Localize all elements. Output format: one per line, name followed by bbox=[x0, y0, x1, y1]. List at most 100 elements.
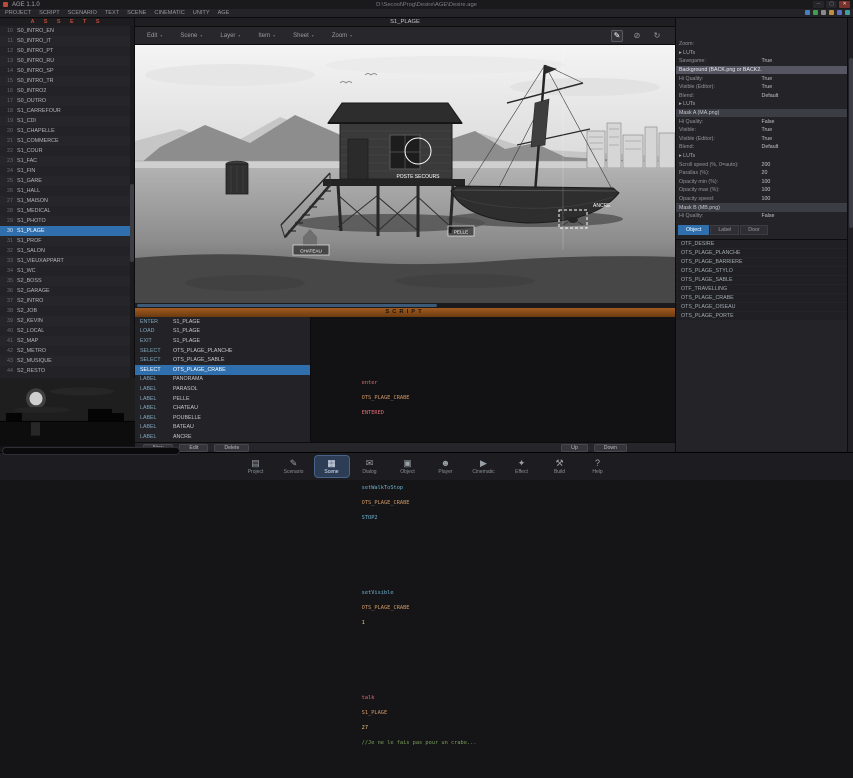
menu-item[interactable]: SCENE bbox=[127, 10, 146, 16]
script-command-row[interactable]: LABEL PELLE bbox=[135, 394, 310, 404]
taskbar-item[interactable]: ✦ Effect bbox=[505, 456, 539, 477]
property-value[interactable]: True bbox=[762, 127, 845, 133]
property-row[interactable]: Hi Quality: False bbox=[676, 117, 847, 126]
tool-button[interactable]: ↻ bbox=[651, 30, 663, 42]
property-value[interactable]: 200 bbox=[762, 162, 845, 168]
script-command-row[interactable]: LABEL BATEAU bbox=[135, 423, 310, 433]
menu-item[interactable]: UNITY bbox=[193, 10, 210, 16]
property-value[interactable]: False bbox=[762, 213, 845, 219]
asset-row[interactable]: 40 S2_LOCAL bbox=[0, 326, 130, 336]
asset-row[interactable]: 38 S2_JOB bbox=[0, 306, 130, 316]
asset-row[interactable]: 14 S0_INTRO_SP bbox=[0, 66, 130, 76]
property-row[interactable]: Visible (Editor): True bbox=[676, 135, 847, 144]
property-value[interactable]: Default bbox=[762, 93, 845, 99]
property-row[interactable]: Visible: True bbox=[676, 126, 847, 135]
asset-row[interactable]: 33 S1_VIEUXAPPART bbox=[0, 256, 130, 266]
script-command-row[interactable]: LABEL PARASOL bbox=[135, 384, 310, 394]
property-row[interactable]: Zoom: bbox=[676, 40, 847, 49]
script-command-row[interactable]: LABEL ANCRE bbox=[135, 432, 310, 442]
menu-item[interactable]: TEXT bbox=[105, 10, 119, 16]
scene-object-row[interactable]: OTS_PLAGE_BARRIERE bbox=[676, 258, 847, 267]
scene-object-row[interactable]: OTF_TRAVELLING bbox=[676, 285, 847, 294]
script-nav-button[interactable]: Up bbox=[561, 444, 588, 452]
asset-row[interactable]: 23 S1_FAC bbox=[0, 156, 130, 166]
script-command-row[interactable]: LABEL CHATEAU bbox=[135, 403, 310, 413]
viewport-menu[interactable]: Edit ▾ bbox=[147, 33, 162, 39]
property-row[interactable]: Visible (Editor): True bbox=[676, 83, 847, 92]
scene-object-row[interactable]: OTS_PLAGE_SABLE bbox=[676, 276, 847, 285]
asset-row[interactable]: 36 S2_GARAGE bbox=[0, 286, 130, 296]
property-value[interactable]: 20 bbox=[762, 170, 845, 176]
property-row[interactable]: ▸ LUTs bbox=[676, 152, 847, 161]
asset-row[interactable]: 29 S1_PHOTO bbox=[0, 216, 130, 226]
taskbar-item[interactable]: ▦ Scene bbox=[315, 456, 349, 477]
property-value[interactable]: 100 bbox=[762, 179, 845, 185]
property-value[interactable]: True bbox=[762, 58, 845, 64]
script-button[interactable]: Delete bbox=[214, 444, 249, 452]
property-row[interactable]: Scroll speed (%, 0=auto): 200 bbox=[676, 160, 847, 169]
taskbar-item[interactable]: ☻ Player bbox=[429, 456, 463, 477]
property-value[interactable]: 100 bbox=[762, 196, 845, 202]
property-row[interactable]: Mask A (MA.png) bbox=[676, 109, 847, 118]
menu-item[interactable]: PROJECT bbox=[5, 10, 31, 16]
asset-row[interactable]: 41 S2_MAP bbox=[0, 336, 130, 346]
assets-scrollbar-thumb[interactable] bbox=[130, 184, 134, 261]
asset-row[interactable]: 17 S0_OUTRO bbox=[0, 96, 130, 106]
property-row[interactable]: ▸ LUTs bbox=[676, 100, 847, 109]
property-row[interactable]: Mask B (MB.png) bbox=[676, 203, 847, 212]
scene-object-row[interactable]: OTS_PLAGE_PLANCHE bbox=[676, 249, 847, 258]
asset-row[interactable]: 16 S0_INTRO2 bbox=[0, 86, 130, 96]
taskbar-item[interactable]: ✎ Scenario bbox=[277, 456, 311, 477]
menu-item[interactable]: SCENARIO bbox=[68, 10, 97, 16]
property-row[interactable]: Opacity speed: 100 bbox=[676, 195, 847, 204]
property-row[interactable]: Savegame: True bbox=[676, 57, 847, 66]
maximize-button[interactable]: ▢ bbox=[826, 1, 837, 8]
asset-row[interactable]: 43 S2_MUSIQUE bbox=[0, 356, 130, 366]
asset-row[interactable]: 28 S1_MEDICAL bbox=[0, 206, 130, 216]
menu-item[interactable]: CINEMATIC bbox=[154, 10, 184, 16]
script-command-row[interactable]: ENTER S1_PLAGE bbox=[135, 317, 310, 327]
script-command-row[interactable]: LABEL POUBELLE bbox=[135, 413, 310, 423]
status-icon[interactable] bbox=[845, 10, 850, 15]
script-command-row[interactable]: SELECT OTS_PLAGE_CRABE bbox=[135, 365, 310, 375]
asset-row[interactable]: 34 S1_WC bbox=[0, 266, 130, 276]
hotspot-label-ancre[interactable]: ANCRE bbox=[593, 203, 611, 209]
status-icon[interactable] bbox=[837, 10, 842, 15]
status-icon[interactable] bbox=[829, 10, 834, 15]
asset-row[interactable]: 39 S2_KEVIN bbox=[0, 316, 130, 326]
property-value[interactable]: 100 bbox=[762, 187, 845, 193]
asset-row[interactable]: 42 S2_METRO bbox=[0, 346, 130, 356]
property-value[interactable]: True bbox=[762, 136, 845, 142]
viewport-menu[interactable]: Zoom ▾ bbox=[332, 33, 352, 39]
asset-row[interactable]: 24 S1_FIN bbox=[0, 166, 130, 176]
assets-scrollbar[interactable] bbox=[130, 26, 134, 378]
asset-row[interactable]: 30 S1_PLAGE bbox=[0, 226, 130, 236]
asset-row[interactable]: 10 S0_INTRO_EN bbox=[0, 26, 130, 36]
property-row[interactable]: Opacity min (%): 100 bbox=[676, 178, 847, 187]
script-command-row[interactable]: EXIT S1_PLAGE bbox=[135, 336, 310, 346]
viewport-menu[interactable]: Sheet ▾ bbox=[293, 33, 314, 39]
hotspot-chateau[interactable]: CHATEAU bbox=[293, 245, 329, 255]
taskbar-item[interactable]: ⚒ Build bbox=[543, 456, 577, 477]
property-row[interactable]: Background (BACK.png or BACK2.png) bbox=[676, 66, 847, 75]
scene-object-row[interactable]: OTS_PLAGE_PORTE bbox=[676, 312, 847, 321]
property-row[interactable]: Opacity max (%): 100 bbox=[676, 186, 847, 195]
object-type-tab[interactable]: Object bbox=[678, 225, 709, 235]
taskbar-item[interactable]: ▣ Object bbox=[391, 456, 425, 477]
asset-row[interactable]: 20 S1_CHAPELLE bbox=[0, 126, 130, 136]
asset-row[interactable]: 35 S2_BOSS bbox=[0, 276, 130, 286]
asset-row[interactable]: 26 S1_HALL bbox=[0, 186, 130, 196]
tool-button[interactable]: ✎ bbox=[611, 30, 623, 42]
property-value[interactable]: Default bbox=[762, 144, 845, 150]
property-value[interactable]: True bbox=[762, 76, 845, 82]
menu-item[interactable]: SCRIPT bbox=[39, 10, 60, 16]
taskbar-item[interactable]: ? Help bbox=[581, 456, 615, 477]
scene-object-row[interactable]: OTS_PLAGE_STYLO bbox=[676, 267, 847, 276]
scene-object-row[interactable]: OTF_DESIRE bbox=[676, 240, 847, 249]
scene-object-row[interactable]: OTS_PLAGE_OISEAU bbox=[676, 303, 847, 312]
menu-item[interactable]: AGE bbox=[218, 10, 230, 16]
script-button[interactable]: Edit bbox=[179, 444, 208, 452]
script-code-editor[interactable]: enter OTS_PLAGE_CRABE ENTERED setWalkToS… bbox=[311, 317, 675, 442]
hotspot-pelle[interactable]: PELLE bbox=[448, 226, 474, 236]
script-command-row[interactable]: SELECT OTS_PLAGE_PLANCHE bbox=[135, 346, 310, 356]
